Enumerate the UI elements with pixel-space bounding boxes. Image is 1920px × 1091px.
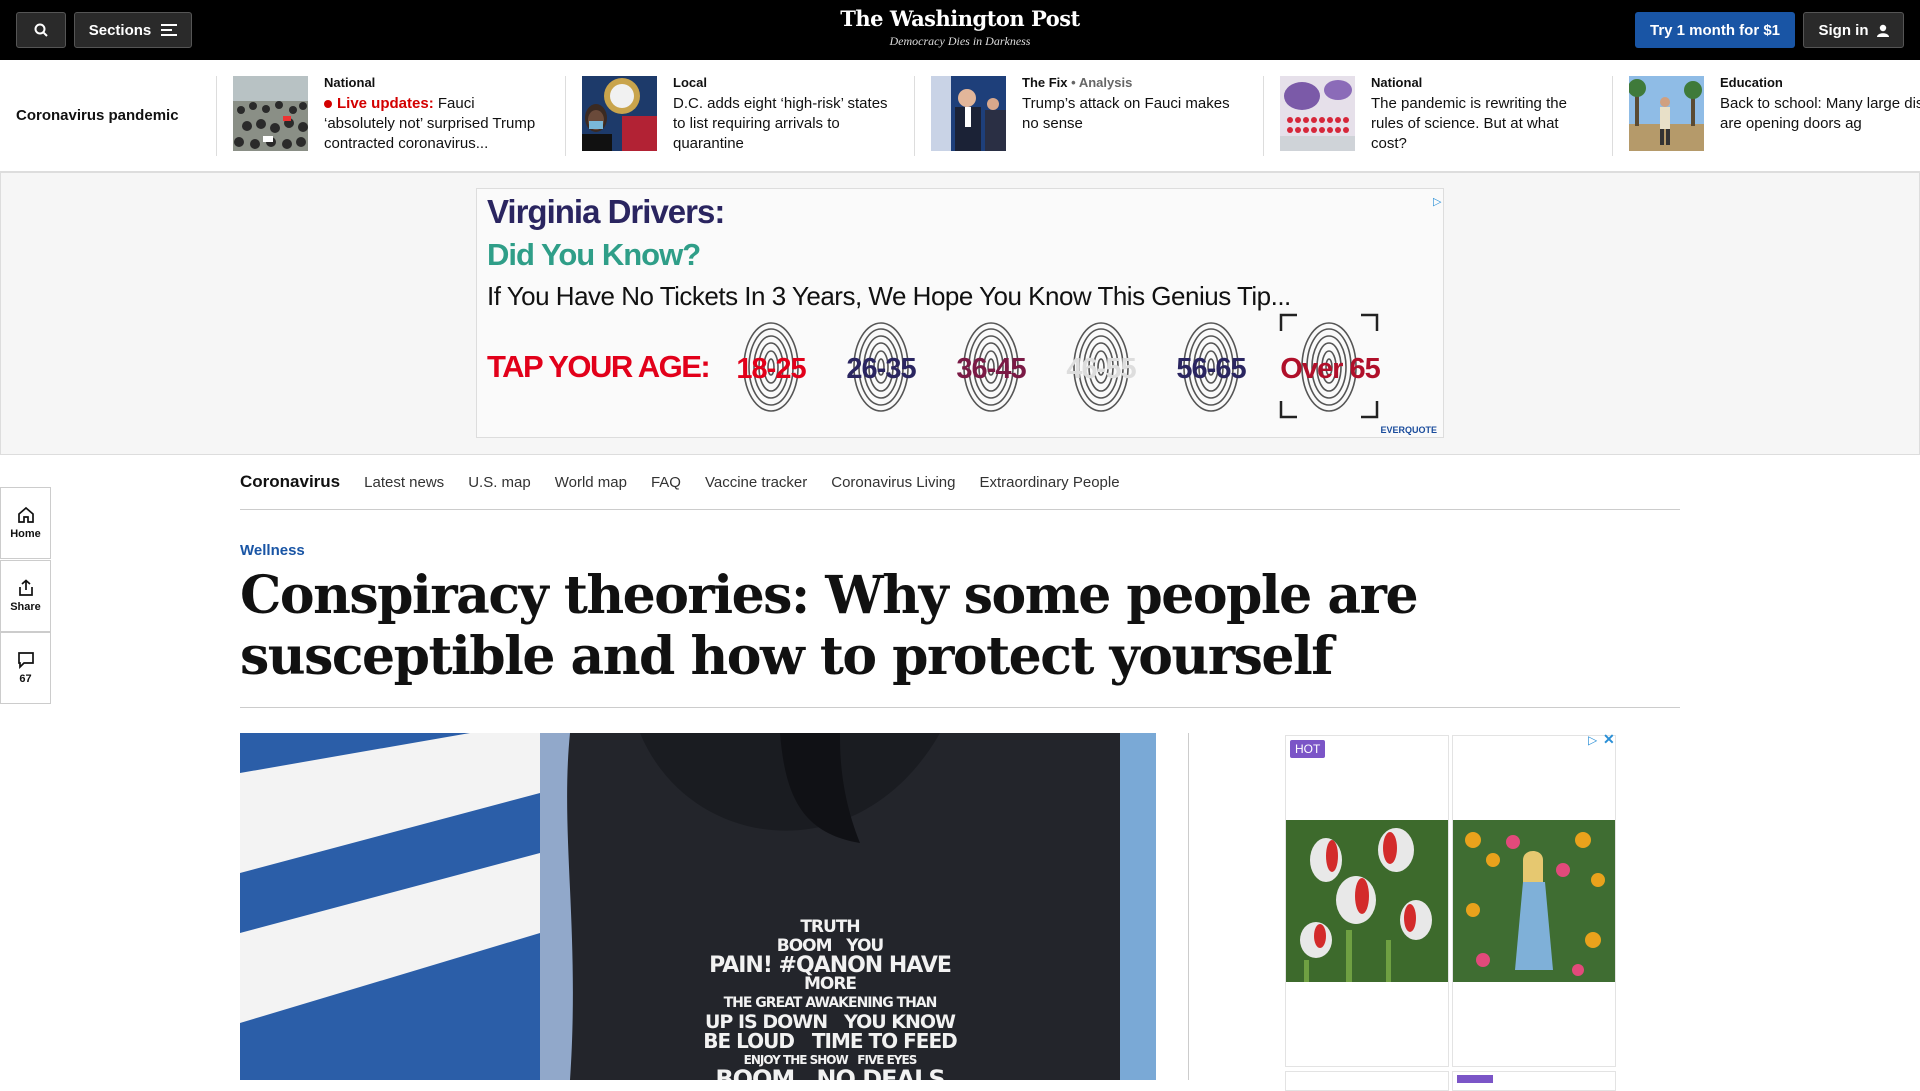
hoodie-line: TRUTH	[800, 917, 860, 937]
sign-in-button[interactable]: Sign in	[1803, 12, 1904, 48]
share-button[interactable]: Share	[0, 560, 51, 632]
subnav-link-world-map[interactable]: World map	[555, 474, 627, 491]
badge-strip	[1457, 1075, 1493, 1083]
rail-kicker: National	[1371, 75, 1423, 90]
article-headline: Conspiracy theories: Why some people are…	[240, 565, 1680, 708]
rail-thumbnail	[1629, 76, 1704, 151]
coronavirus-rail: Coronavirus pandemic National Live updat…	[0, 60, 1920, 172]
rail-thumbnail	[233, 76, 308, 151]
share-label: Share	[10, 601, 41, 613]
close-icon[interactable]: ✕	[1603, 731, 1615, 748]
age-label: 46-55	[1066, 353, 1136, 385]
ad-brand: EVERQUOTE	[1380, 425, 1437, 435]
rail-item[interactable]: The Fix • Analysis Trump’s attack on Fau…	[914, 76, 1244, 156]
subnav-link-vaccine-tracker[interactable]: Vaccine tracker	[705, 474, 807, 491]
rail-headline: Back to school: Many large districts are…	[1720, 95, 1920, 132]
side-ad-tile[interactable]	[1452, 735, 1616, 1067]
display-ad[interactable]: Virginia Drivers: Did You Know? If You H…	[476, 188, 1444, 438]
rail-thumbnail	[582, 76, 657, 151]
ad-choices-icon[interactable]: ▷	[1588, 733, 1597, 747]
logo[interactable]: The Washington Post Democracy Dies in Da…	[0, 6, 1920, 49]
hoodie-line: BE LOUD	[703, 1029, 795, 1053]
subnav-link-faq[interactable]: FAQ	[651, 474, 681, 491]
hoodie-line: HAVE	[888, 953, 952, 978]
age-label: 36-45	[956, 353, 1026, 385]
subnav-link-latest-news[interactable]: Latest news	[364, 474, 444, 491]
hoodie-line: MORE	[803, 974, 857, 994]
hoodie-line: BOOM	[715, 1065, 795, 1080]
garden-photo	[1453, 820, 1615, 982]
age-option[interactable]: 46-55	[1053, 319, 1149, 419]
rail-headline: Live updates: Fauci ‘absolutely not’ sur…	[324, 94, 546, 154]
rail-title[interactable]: Coronavirus pandemic	[16, 107, 179, 124]
comment-icon	[17, 652, 34, 669]
subnav-link-us-map[interactable]: U.S. map	[468, 474, 531, 491]
rail-kicker: Local	[673, 75, 707, 90]
column-divider	[1188, 733, 1189, 1080]
subscribe-button[interactable]: Try 1 month for $1	[1635, 12, 1795, 48]
hot-badge: HOT	[1290, 740, 1326, 758]
flowers-photo	[1286, 820, 1448, 982]
ad-tap-label: TAP YOUR AGE:	[487, 349, 711, 384]
rail-thumbnail	[1280, 76, 1355, 151]
tagline: Democracy Dies in Darkness	[889, 34, 1031, 48]
rail-item[interactable]: National The pandemic is rewriting the r…	[1263, 76, 1593, 156]
logo-text: The Washington Post	[840, 6, 1080, 31]
hoodie-line: TIME TO FEED	[811, 1029, 958, 1053]
live-dot-icon	[324, 100, 332, 109]
hoodie-text: TRUTH BOOM YOU PAIN! #QANON HAVE MORE TH…	[670, 917, 990, 1081]
section-label[interactable]: Wellness	[240, 542, 305, 559]
live-label: Live updates:	[337, 95, 434, 112]
subnav-brand[interactable]: Coronavirus	[240, 472, 340, 492]
hoodie-line: NO DEALS	[816, 1065, 945, 1080]
rail-item[interactable]: Education Back to school: Many large dis…	[1612, 76, 1920, 156]
sign-in-label: Sign in	[1818, 21, 1869, 39]
comments-count: 67	[19, 673, 32, 685]
side-ad-tile[interactable]	[1452, 1071, 1616, 1091]
age-option[interactable]: 56-65	[1163, 319, 1259, 419]
age-option[interactable]: Over 65	[1273, 313, 1383, 419]
rail-kicker-text: The Fix	[1022, 75, 1068, 90]
age-label: 18-25	[736, 353, 806, 385]
user-icon	[1876, 24, 1889, 37]
rail-kicker: The Fix • Analysis	[1022, 76, 1244, 90]
rail-kicker: Education	[1720, 76, 1783, 90]
top-bar: Sections The Washington Post Democracy D…	[0, 0, 1920, 60]
age-label: Over 65	[1280, 353, 1380, 385]
rail-item[interactable]: National Live updates: Fauci ‘absolutely…	[216, 76, 546, 156]
rail-kicker: National	[324, 75, 376, 90]
hero-image[interactable]: TRUTH BOOM YOU PAIN! #QANON HAVE MORE TH…	[240, 733, 1156, 1080]
ad-choices-icon[interactable]: ▷	[1433, 195, 1441, 208]
rail-headline: D.C. adds eight ‘high-risk’ states to li…	[673, 95, 888, 152]
age-option[interactable]: 26-35	[833, 319, 929, 419]
age-label: 56-65	[1176, 353, 1246, 385]
side-ad-tile[interactable]	[1285, 1071, 1449, 1091]
rail-headline: Trump’s attack on Fauci makes no sense	[1022, 95, 1230, 132]
comments-button[interactable]: 67	[0, 632, 51, 704]
age-option[interactable]: 18-25	[723, 319, 819, 419]
ad-line-2: Did You Know?	[487, 237, 701, 272]
home-button[interactable]: Home	[0, 487, 51, 559]
home-icon	[17, 506, 34, 523]
age-label: 26-35	[846, 353, 916, 385]
ad-line-1: Virginia Drivers:	[487, 193, 725, 230]
home-label: Home	[10, 528, 41, 540]
rail-headline: The pandemic is rewriting the rules of s…	[1371, 95, 1567, 152]
ad-line-3: If You Have No Tickets In 3 Years, We Ho…	[487, 281, 1291, 311]
share-icon	[18, 579, 33, 596]
age-option[interactable]: 36-45	[943, 319, 1039, 419]
rail-thumbnail	[931, 76, 1006, 151]
subnav-link-extraordinary-people[interactable]: Extraordinary People	[979, 474, 1119, 491]
hoodie-line: THE GREAT AWAKENING THAN	[723, 995, 938, 1011]
subnav-link-coronavirus-living[interactable]: Coronavirus Living	[831, 474, 955, 491]
hoodie-line: PAIN! #QANON	[709, 953, 883, 978]
topic-subnav: Coronavirus Latest news U.S. map World m…	[240, 455, 1680, 510]
rail-item[interactable]: Local D.C. adds eight ‘high-risk’ states…	[565, 76, 895, 156]
side-ad-tile[interactable]: HOT	[1285, 735, 1449, 1067]
analysis-label: • Analysis	[1071, 75, 1133, 90]
